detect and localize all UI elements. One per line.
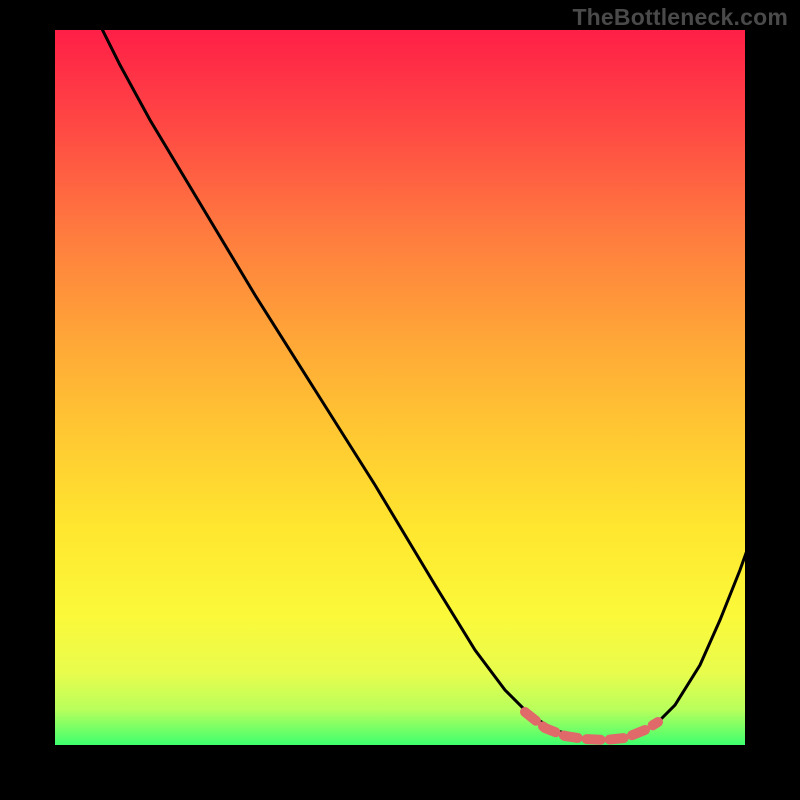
- plot-area: [55, 30, 745, 745]
- page-root: TheBottleneck.com: [0, 0, 800, 800]
- main-curve: [100, 30, 745, 740]
- chart-svg: [55, 30, 745, 745]
- watermark-text: TheBottleneck.com: [572, 4, 788, 31]
- highlight-bottom: [525, 712, 658, 740]
